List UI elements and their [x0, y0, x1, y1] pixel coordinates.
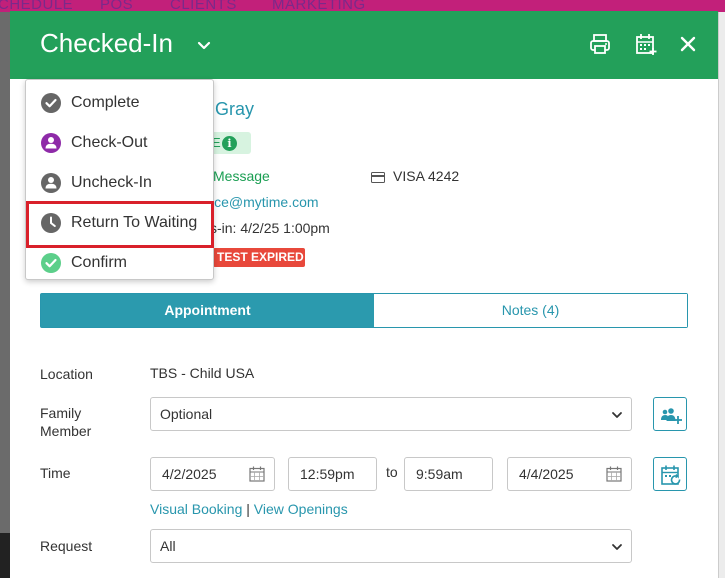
- menu-item-label: Uncheck-In: [71, 174, 152, 191]
- start-time-input[interactable]: 12:59pm: [288, 457, 377, 491]
- request-value: All: [160, 538, 176, 554]
- family-member-label-line1: Family: [40, 405, 82, 421]
- family-member-value: Optional: [160, 406, 213, 422]
- chevron-down-icon: [612, 544, 622, 550]
- location-value: TBS - Child USA: [150, 365, 255, 381]
- calendar-add-icon[interactable]: [634, 32, 658, 56]
- info-icon[interactable]: i: [222, 136, 237, 151]
- request-select[interactable]: All: [150, 529, 632, 563]
- highlight-box: [26, 201, 214, 248]
- calendar-icon[interactable]: [249, 466, 265, 482]
- view-openings-link[interactable]: View Openings: [254, 501, 348, 517]
- end-time-value: 9:59am: [416, 466, 463, 482]
- family-member-label-line2: Member: [40, 423, 92, 439]
- add-family-member-button[interactable]: [653, 397, 687, 431]
- client-email-link[interactable]: ice@mytime.com: [211, 194, 319, 210]
- link-separator: |: [246, 501, 250, 517]
- menu-item-label: Confirm: [71, 254, 128, 271]
- calendar-icon[interactable]: [606, 466, 622, 482]
- menu-item-complete[interactable]: Complete: [26, 83, 213, 123]
- credit-card-icon: [371, 172, 385, 183]
- background-page-edge: [718, 12, 725, 578]
- time-range-to: to: [386, 464, 398, 480]
- appointment-tabs: Appointment Notes (4): [40, 293, 688, 328]
- chevron-down-icon[interactable]: [196, 38, 212, 54]
- family-add-icon: [661, 408, 682, 424]
- background-footer: [0, 533, 10, 578]
- person-circle-icon: [41, 133, 61, 153]
- tab-appointment[interactable]: Appointment: [41, 294, 374, 327]
- status-title[interactable]: Checked-In: [40, 28, 173, 59]
- menu-item-check-out[interactable]: Check-Out: [26, 123, 213, 163]
- menu-item-label: Complete: [71, 94, 140, 111]
- menu-item-uncheck-in[interactable]: Uncheck-In: [26, 163, 213, 203]
- check-circle-icon: [41, 253, 61, 273]
- person-circle-icon: [41, 173, 61, 193]
- test-expired-badge: TEST EXPIRED: [213, 248, 305, 267]
- family-member-select[interactable]: Optional: [150, 397, 632, 431]
- request-label: Request: [40, 538, 93, 554]
- message-link[interactable]: Message: [213, 168, 270, 184]
- start-time-value: 12:59pm: [300, 466, 355, 482]
- card-on-file: VISA 4242: [393, 168, 460, 184]
- chevron-down-icon: [612, 412, 622, 418]
- calendar-repeat-icon: [661, 465, 681, 485]
- checkin-time-text: s-in: 4/2/25 1:00pm: [210, 220, 330, 236]
- menu-item-confirm[interactable]: Confirm: [26, 243, 213, 283]
- appointment-modal: Checked-In e Gray E i Message VISA 4242 …: [10, 11, 718, 578]
- menu-item-label: Check-Out: [71, 134, 148, 151]
- booking-links: Visual Booking | View Openings: [150, 501, 348, 517]
- status-dropdown-menu: Complete Check-Out Uncheck-In Return To …: [25, 79, 214, 280]
- location-label: Location: [40, 366, 93, 382]
- end-date-input[interactable]: 4/4/2025: [507, 457, 632, 491]
- recurring-appointment-button[interactable]: [653, 457, 687, 491]
- printer-icon[interactable]: [588, 32, 612, 56]
- start-date-value: 4/2/2025: [162, 466, 217, 482]
- visual-booking-link[interactable]: Visual Booking: [150, 501, 242, 517]
- tab-notes[interactable]: Notes (4): [374, 294, 687, 327]
- time-label: Time: [40, 465, 71, 481]
- end-date-value: 4/4/2025: [519, 466, 574, 482]
- start-date-input[interactable]: 4/2/2025: [150, 457, 275, 491]
- check-circle-icon: [41, 93, 61, 113]
- end-time-input[interactable]: 9:59am: [404, 457, 493, 491]
- modal-header: Checked-In: [10, 11, 718, 79]
- close-icon[interactable]: [676, 32, 700, 56]
